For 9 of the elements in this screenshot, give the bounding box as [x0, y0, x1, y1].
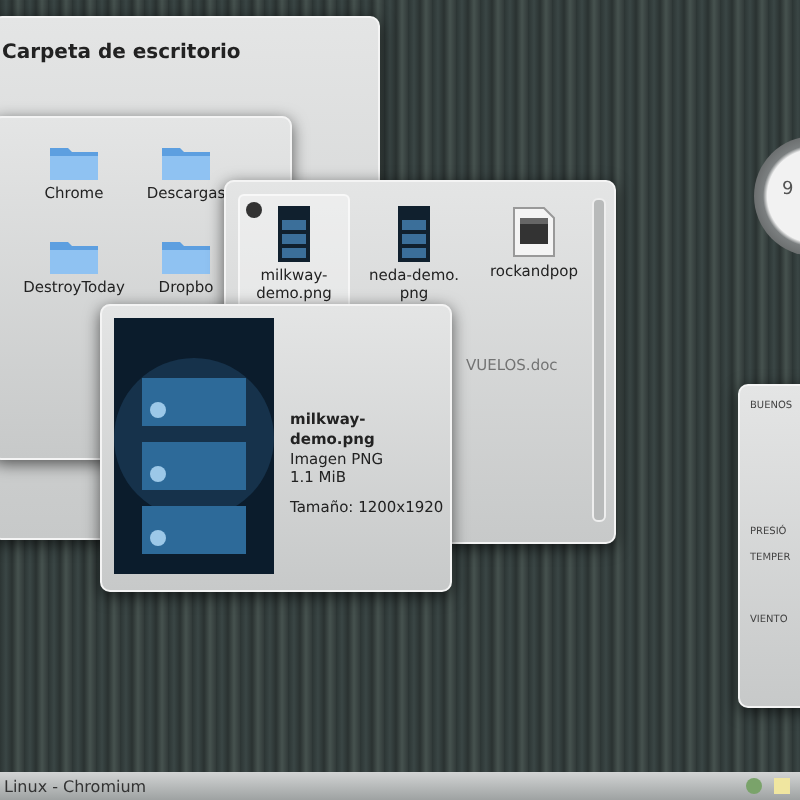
video-file-icon: [512, 206, 556, 258]
scrollbar[interactable]: [592, 198, 606, 522]
image-thumbnail-icon: [278, 206, 310, 262]
folder-icon: [48, 142, 100, 182]
folder-icon: [160, 142, 212, 182]
task-button[interactable]: Linux - Chromium: [0, 772, 151, 800]
widget-title: Carpeta de escritorio: [2, 42, 241, 64]
clock-numeral: 9: [782, 180, 794, 200]
image-thumbnail-icon: [398, 206, 430, 262]
